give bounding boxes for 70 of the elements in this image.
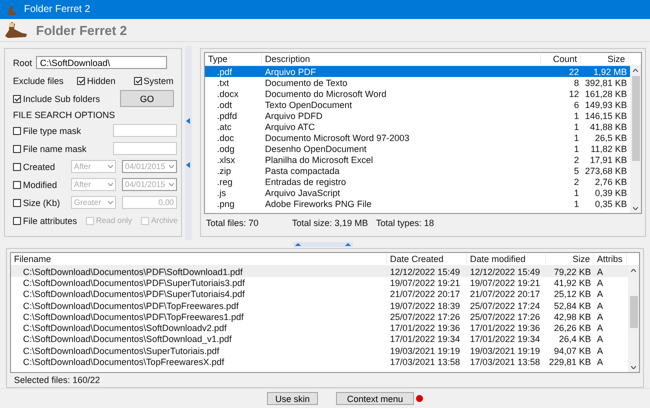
type-row[interactable]: .reg Entradas de registro 2 2,76 KB — [205, 176, 630, 187]
type-row[interactable]: .zip Pasta compactada 5 273,68 KB — [205, 165, 630, 176]
ferret-icon — [6, 4, 18, 16]
options-heading: FILE SEARCH OPTIONS — [13, 110, 116, 120]
selected-files-text: Selected files: 160/22 — [13, 374, 102, 387]
type-row[interactable]: .doc Documento Microsoft Word 97-2003 1 26,5 KB — [205, 132, 630, 143]
system-checkbox[interactable]: System — [134, 76, 174, 86]
splitter-handle[interactable] — [293, 242, 353, 246]
file-row[interactable]: C:\SoftDownload\Documentos\SoftDownload_v1.pdf 17/01/2022 19:34 17/01/2022 19:34 26,4 KB A — [11, 334, 628, 346]
type-row[interactable]: .js Arquivo JavaScript 1 0,39 KB — [205, 187, 630, 198]
option-checkbox[interactable]: File type mask — [13, 126, 82, 136]
caret-icon — [108, 183, 113, 186]
option-checkbox[interactable]: Size (Kb) — [13, 198, 68, 208]
subfolders-checkbox[interactable]: Include Sub folders — [13, 94, 100, 104]
scroll-thumb[interactable] — [630, 296, 638, 328]
option-checkbox[interactable]: Created — [13, 162, 68, 172]
column-header[interactable]: Count — [541, 54, 581, 64]
type-row[interactable]: .odg Desenho OpenDocument 1 11,82 KB — [205, 143, 630, 154]
option-checkbox[interactable]: File attributes — [13, 216, 78, 226]
file-row[interactable]: C:\SoftDownload\Documentos\PDF\SuperTutoriais4.pdf 21/07/2022 20:17 21/07/2022 20:17 25,12 KB A — [11, 288, 628, 300]
file-row[interactable]: C:\SoftDownload\Documentos\PDF\TopFreewares.pdf 19/07/2022 18:39 25/07/2022 17:24 52,84 KB A — [11, 300, 628, 312]
scrollbar[interactable] — [630, 66, 641, 213]
scroll-up-icon[interactable] — [631, 269, 636, 272]
column-header[interactable]: Size — [581, 54, 629, 64]
column-header[interactable]: Date Created — [387, 254, 467, 264]
type-row[interactable]: .pdf Arquivo PDF 22 1,92 MB — [205, 66, 630, 77]
use-skin-button[interactable]: Use skin — [266, 392, 318, 405]
totals-text: Total types: 18 — [376, 218, 434, 228]
column-header[interactable]: Filename — [11, 254, 387, 264]
file-row[interactable]: C:\SoftDownload\Documentos\PDF\SoftDownload1.pdf 12/12/2022 15:49 12/12/2022 15:49 79,22 KB A — [11, 266, 628, 278]
type-row[interactable]: .atc Arquivo ATC 1 41,88 KB — [205, 121, 630, 132]
go-button[interactable]: GO — [120, 90, 174, 107]
type-row[interactable]: .pdfd Arquivo PDFD 1 146,15 KB — [205, 110, 630, 121]
caret-icon — [169, 165, 174, 168]
file-row[interactable]: C:\SoftDownload\Documentos\SoftDownloadv2.pdf 17/01/2022 19:36 17/01/2022 19:36 26,26 KB A — [11, 322, 628, 334]
window-title: Folder Ferret 2 — [24, 4, 90, 15]
totals-text: Total files: 70 — [206, 218, 260, 228]
file-row[interactable]: C:\SoftDownload\Documentos\PDF\TopFreewares1.pdf 25/07/2022 17:26 25/07/2022 17:26 42,98 KB A — [11, 311, 628, 322]
root-field[interactable]: C:\SoftDownload\ — [36, 56, 168, 69]
scroll-down-icon[interactable] — [631, 366, 636, 370]
type-row[interactable]: .png Adobe Fireworks PNG File 1 0,35 KB — [205, 198, 630, 209]
scroll-up-icon[interactable] — [633, 69, 638, 72]
option-checkbox[interactable]: Modified — [13, 180, 68, 190]
column-header[interactable]: Attribs — [594, 254, 627, 264]
scrollbar[interactable] — [628, 266, 639, 372]
column-header[interactable]: Size — [546, 254, 594, 264]
totals-text: Total size: 3,19 MB — [292, 218, 370, 228]
column-header[interactable]: Date modified — [467, 254, 546, 264]
hidden-checkbox[interactable]: Hidden — [77, 76, 116, 86]
type-row[interactable]: .txt Documento de Texto 8 392,81 KB — [205, 77, 630, 88]
file-row[interactable]: C:\SoftDownload\Documentos\TopFreewaresX.pdf 17/03/2021 13:58 17/03/2021 13:58 229,81 KB A — [11, 356, 628, 368]
option-checkbox[interactable]: File name mask — [13, 144, 87, 154]
exclude-label: Exclude files — [13, 76, 65, 86]
caret-icon — [169, 183, 174, 186]
scroll-thumb[interactable] — [632, 76, 640, 161]
caret-icon — [108, 201, 113, 204]
root-label: Root — [13, 58, 32, 68]
scroll-down-icon[interactable] — [633, 207, 638, 210]
column-header[interactable]: Type — [205, 54, 262, 64]
splitter-handle[interactable] — [185, 46, 192, 240]
type-row[interactable]: .docx Documento do Microsoft Word 12 161,28 KB — [205, 88, 630, 99]
column-header[interactable]: Description — [262, 54, 541, 64]
file-row[interactable]: C:\SoftDownload\Documentos\SuperTutoriais.pdf 19/03/2021 19:19 19/03/2021 19:19 94,07 KB A — [11, 345, 628, 356]
app-title: Folder Ferret 2 — [36, 22, 128, 38]
type-row[interactable]: .xlsx Planilha do Microsoft Excel 2 17,91 KB — [205, 154, 630, 165]
caret-icon — [108, 165, 113, 168]
file-row[interactable]: C:\SoftDownload\Documentos\PDF\SuperTutoriais3.pdf 19/07/2022 19:21 19/07/2022 19:21 41,92 KB A — [11, 277, 628, 289]
ferret-logo-icon — [4, 21, 28, 39]
context-menu-button[interactable]: Context menu — [336, 392, 414, 405]
type-row[interactable]: .odt Texto OpenDocument 6 149,93 KB — [205, 99, 630, 110]
